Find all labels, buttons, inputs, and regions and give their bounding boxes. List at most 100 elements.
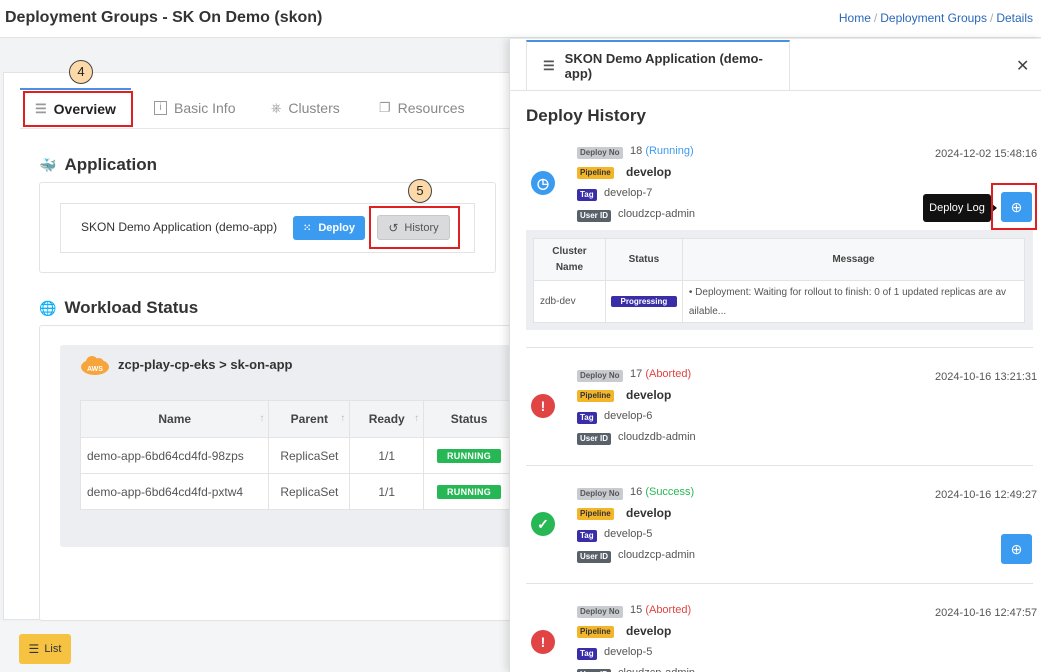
info-icon: i (154, 101, 167, 115)
grid-icon: ⁙ (302, 222, 312, 234)
tag-value: develop-5 (604, 646, 653, 658)
deploy-date: 2024-10-16 12:47:57 (935, 607, 1038, 619)
deploy-no-label: Deploy No (577, 606, 623, 618)
pipeline-label: Pipeline (577, 167, 614, 179)
status-badge: RUNNING (437, 449, 502, 463)
step-marker-5: 5 (408, 179, 432, 203)
tab-basic-info[interactable]: i Basic Info (154, 88, 235, 128)
tag-value: develop-5 (604, 528, 653, 540)
list-icon: ☰ (28, 642, 40, 656)
pipeline-label: Pipeline (577, 390, 614, 402)
user-id-value: cloudzdb-admin (618, 431, 696, 443)
column-header-parent[interactable]: Parent ↑ (268, 400, 351, 438)
cell-status: Progressing (604, 280, 683, 323)
column-header-cluster-name: Cluster Name (533, 238, 606, 281)
tag-label: Tag (577, 530, 597, 542)
column-header-ready[interactable]: Ready ↑ (349, 400, 425, 438)
tag-label: Tag (577, 189, 597, 201)
list-button[interactable]: ☰ List (19, 634, 71, 664)
cell-parent: ReplicaSet (268, 473, 351, 510)
tab-divider (20, 128, 510, 129)
user-id-value: cloudzcp-admin (618, 549, 696, 561)
column-header-status: Status (604, 238, 683, 281)
workload-section-title: 🌐 Workload Status (39, 298, 199, 317)
pipeline-value: develop (626, 506, 672, 520)
user-id-label: User ID (577, 433, 612, 445)
deploy-date: 2024-10-16 12:49:27 (935, 489, 1038, 501)
table-row: zdb-dev Progressing • Deployment: Waitin… (533, 280, 1026, 323)
sort-icon[interactable]: ↑ (414, 413, 419, 424)
pipeline-value: develop (626, 388, 672, 402)
column-header-status[interactable]: Status (423, 400, 515, 438)
entry-divider (526, 347, 1033, 348)
deploy-history-drawer (509, 39, 1041, 672)
bottom-bar (0, 622, 518, 672)
cell-ready: 1/1 (349, 437, 425, 474)
highlight-overview (23, 91, 133, 127)
status-badge: RUNNING (437, 485, 502, 499)
deploy-button[interactable]: ⁙ Deploy (293, 216, 365, 240)
column-header-message: Message (681, 238, 1026, 281)
table-row: demo-app-6bd64cd4fd-pxtw4 ReplicaSet 1/1… (79, 473, 515, 510)
breadcrumb-details[interactable]: Details (996, 11, 1033, 25)
copy-icon: ❐ (379, 100, 391, 115)
deploy-date: 2024-12-02 15:48:16 (935, 148, 1038, 160)
tag-value: develop-6 (604, 410, 653, 422)
aws-icon: AWS (81, 356, 109, 375)
deploy-no-value: 15 (Aborted) (630, 604, 692, 616)
deploy-date: 2024-10-16 13:21:31 (935, 371, 1038, 383)
cluster-label: zcp-play-cp-eks > sk-on-app (118, 357, 293, 372)
tab-resources[interactable]: ❐ Resources (379, 88, 465, 128)
application-section-title: 🐳 Application (39, 155, 157, 174)
deploy-log-tooltip: Deploy Log (923, 194, 997, 222)
cell-status: RUNNING (423, 437, 515, 474)
helm-icon: ⎈ (271, 100, 282, 115)
drawer-tab-divider (509, 90, 1041, 91)
svg-text:AWS: AWS (87, 366, 103, 373)
docker-icon: 🐳 (39, 156, 57, 173)
application-name: SKON Demo Application (demo-app) (81, 220, 278, 234)
highlight-history (369, 206, 460, 249)
deploy-no-label: Deploy No (577, 370, 623, 382)
user-id-value: cloudzcp-admin (618, 208, 696, 220)
tag-value: develop-7 (604, 187, 653, 199)
table-row: demo-app-6bd64cd4fd-98zps ReplicaSet 1/1… (79, 437, 515, 474)
column-header-name[interactable]: Name ↑ (79, 400, 270, 438)
deploy-no-label: Deploy No (577, 147, 623, 159)
deploy-detail-table: Cluster Name Status Message zdb-dev Prog… (533, 238, 1026, 323)
check-icon: ✓ (531, 512, 555, 536)
list-icon: ☰ (543, 58, 555, 73)
deploy-log-button[interactable]: ⊕ (1001, 534, 1032, 564)
pipeline-value: develop (626, 165, 672, 179)
deploy-history-title: Deploy History (526, 106, 646, 125)
deploy-no-label: Deploy No (577, 488, 623, 500)
zoom-in-icon: ⊕ (1010, 541, 1023, 557)
user-id-value: cloudzcp-admin (618, 667, 695, 672)
cell-cluster: zdb-dev (533, 280, 606, 323)
pipeline-label: Pipeline (577, 626, 614, 638)
pipeline-value: develop (626, 624, 672, 638)
pipeline-label: Pipeline (577, 508, 614, 520)
sort-icon[interactable]: ↑ (340, 413, 345, 424)
step-marker-4: 4 (69, 60, 93, 84)
entry-divider (526, 465, 1033, 466)
sort-icon[interactable]: ↑ (259, 413, 264, 424)
deploy-no-value: 16 (Success) (630, 486, 695, 498)
tab-clusters[interactable]: ⎈ Clusters (271, 88, 340, 128)
user-id-label: User ID (577, 210, 612, 222)
workload-table: Name ↑ Parent ↑ Ready ↑ Status demo-app-6bd… (79, 400, 515, 510)
entry-divider (526, 583, 1033, 584)
cell-name: demo-app-6bd64cd4fd-98zps (79, 437, 270, 474)
cell-name: demo-app-6bd64cd4fd-pxtw4 (79, 473, 270, 510)
breadcrumb-home[interactable]: Home (839, 11, 871, 25)
breadcrumb: Home / Deployment Groups / Details (838, 11, 1033, 25)
drawer-tab[interactable]: ☰ SKON Demo Application (demo-app) (526, 40, 790, 90)
cell-ready: 1/1 (349, 473, 425, 510)
top-header: Deployment Groups - SK On Demo (skon) Ho… (0, 0, 1041, 38)
close-icon[interactable]: ✕ (1016, 56, 1029, 76)
breadcrumb-deployment-groups[interactable]: Deployment Groups (880, 11, 987, 25)
status-badge: Progressing (610, 296, 678, 307)
highlight-deploy-log (991, 183, 1037, 230)
tag-label: Tag (577, 412, 597, 424)
cell-parent: ReplicaSet (268, 437, 351, 474)
